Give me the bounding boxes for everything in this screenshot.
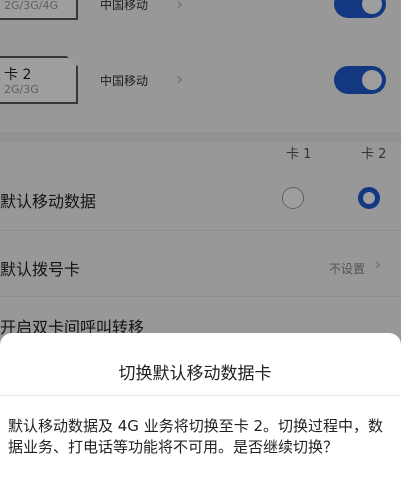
dialog-divider	[0, 395, 401, 396]
dual-sim-settings-screen: 2G/3G/4G 中国移动 › 卡 2 2G/3G 中国移动 › 卡 1 卡 2…	[0, 0, 401, 493]
dialog-message: 默认移动数据及 4G 业务将切换至卡 2。切换过程中，数据业务、打电话等功能将不…	[8, 417, 384, 456]
switch-data-card-dialog: 切换默认移动数据卡 默认移动数据及 4G 业务将切换至卡 2。切换过程中，数据业…	[0, 333, 401, 493]
dialog-title: 切换默认移动数据卡	[118, 364, 272, 384]
